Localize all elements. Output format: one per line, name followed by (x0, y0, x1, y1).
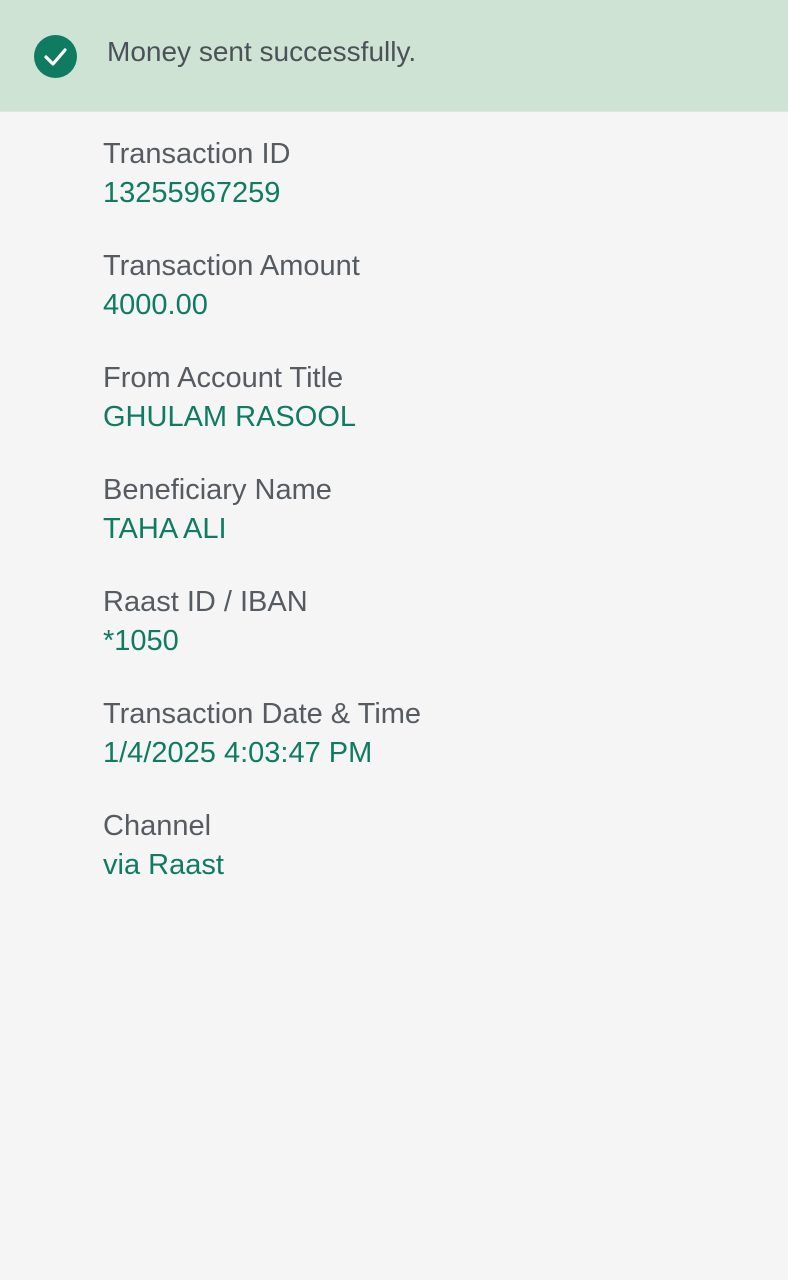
transaction-date-time-field: Transaction Date & Time 1/4/2025 4:03:47… (103, 696, 743, 808)
success-banner: Money sent successfully. (0, 0, 788, 112)
transaction-amount-field: Transaction Amount 4000.00 (103, 248, 743, 360)
beneficiary-name-field: Beneficiary Name TAHA ALI (103, 472, 743, 584)
channel-field: Channel via Raast (103, 808, 743, 920)
raast-id-iban-value: *1050 (103, 625, 179, 657)
checkmark-icon (44, 48, 67, 66)
transaction-id-field: Transaction ID 13255967259 (103, 136, 743, 248)
raast-id-iban-label: Raast ID / IBAN (103, 586, 308, 618)
beneficiary-name-label: Beneficiary Name (103, 474, 332, 506)
transaction-id-value: 13255967259 (103, 177, 281, 209)
transaction-details: Transaction ID 13255967259 Transaction A… (103, 136, 743, 920)
transaction-id-label: Transaction ID (103, 138, 291, 170)
from-account-title-label: From Account Title (103, 362, 344, 394)
beneficiary-name-value: TAHA ALI (103, 513, 227, 545)
transaction-amount-label: Transaction Amount (103, 250, 360, 282)
transaction-date-time-value: 1/4/2025 4:03:47 PM (103, 737, 373, 769)
channel-label: Channel (103, 810, 212, 842)
raast-id-iban-field: Raast ID / IBAN *1050 (103, 584, 743, 696)
check-circle-icon (34, 35, 77, 78)
success-message: Money sent successfully. (107, 36, 417, 67)
transaction-date-time-label: Transaction Date & Time (103, 698, 422, 730)
channel-value: via Raast (103, 849, 224, 881)
transaction-amount-value: 4000.00 (103, 289, 208, 321)
from-account-title-value: GHULAM RASOOL (103, 401, 356, 433)
from-account-title-field: From Account Title GHULAM RASOOL (103, 360, 743, 472)
